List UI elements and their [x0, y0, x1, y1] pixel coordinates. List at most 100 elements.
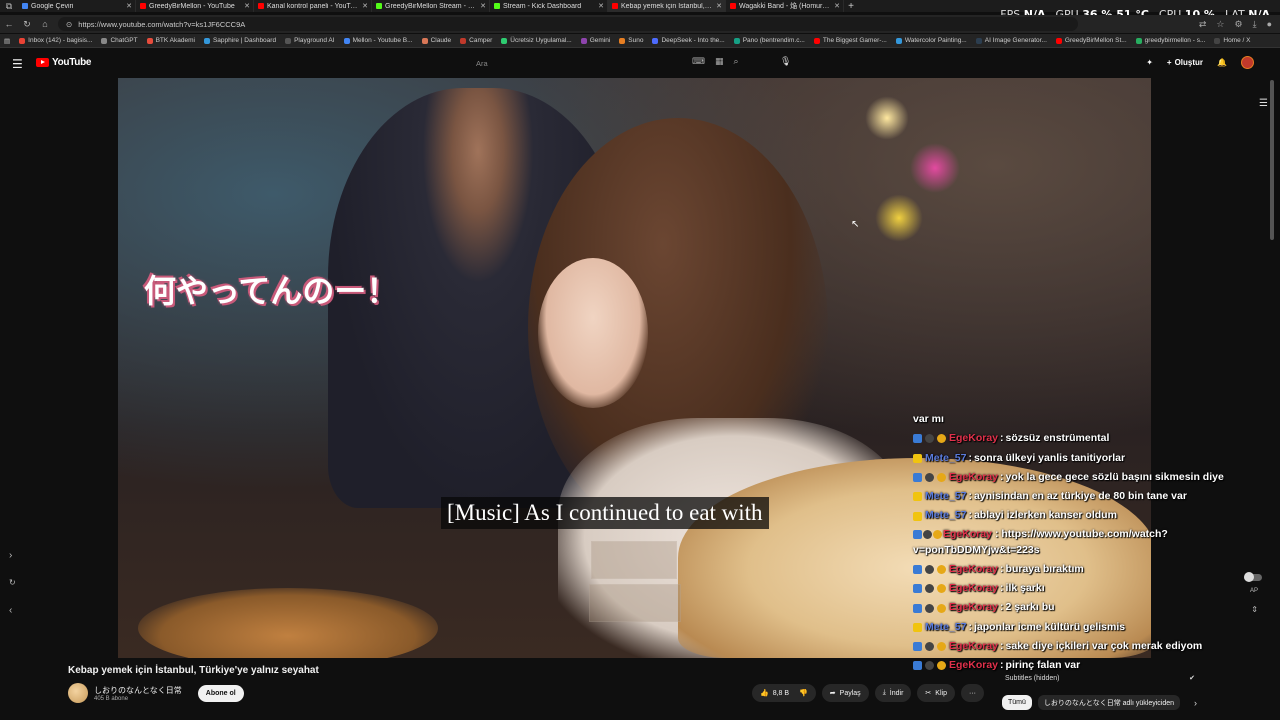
- chat-username[interactable]: EgeKoray: [949, 656, 998, 675]
- new-tab-button[interactable]: +: [844, 1, 858, 12]
- url-text: https://www.youtube.com/watch?v=ks1JF6CC…: [78, 19, 246, 29]
- browser-tab[interactable]: GreedyBirMellon Stream - Watch✕: [372, 0, 490, 12]
- bookmark-favicon-icon: [1055, 37, 1062, 44]
- subtitles-hidden-row[interactable]: Subtitles (hidden) ✔: [1005, 673, 1195, 683]
- bookmark-item[interactable]: Pano (bentrendim.c...: [733, 37, 805, 44]
- account-avatar[interactable]: [1241, 56, 1254, 69]
- tab-close-icon[interactable]: ✕: [834, 2, 840, 10]
- bookmark-item[interactable]: Inbox (142) - bagisis...: [19, 37, 92, 44]
- browser-tab[interactable]: Kebap yemek için İstanbul, Türkiy✕: [608, 0, 726, 12]
- download-icon[interactable]: ⤓: [1253, 19, 1257, 30]
- download-button[interactable]: ⤓ İndir: [874, 684, 912, 702]
- bookmark-item[interactable]: Ücretsiz Uygulamal...: [501, 37, 572, 44]
- chat-message: EgeKoray : sözsüz enstrümental: [913, 429, 1243, 448]
- chat-username[interactable]: EgeKoray: [949, 560, 998, 579]
- subscribe-button[interactable]: Abone ol: [197, 684, 244, 702]
- browser-tab[interactable]: Kanal kontrol paneli - YouTube St✕: [254, 0, 372, 12]
- cast-icon[interactable]: ✦: [1146, 58, 1153, 67]
- bookmark-star-icon[interactable]: ☆: [1216, 19, 1224, 30]
- thumbs-down-icon[interactable]: 👎: [799, 689, 808, 697]
- chat-text: buraya bıraktım: [1005, 562, 1084, 575]
- chat-username[interactable]: EgeKoray: [949, 598, 998, 617]
- bookmark-item[interactable]: DeepSeek - Into the...: [652, 37, 725, 44]
- chevron-left-icon[interactable]: ‹: [9, 605, 12, 616]
- expand-icon[interactable]: ⇕: [1251, 605, 1258, 614]
- chevron-right-icon[interactable]: ›: [9, 550, 12, 561]
- browser-menu-icon[interactable]: ⧉: [0, 1, 18, 12]
- chat-username[interactable]: Mete_57: [925, 618, 966, 637]
- tab-close-icon[interactable]: ✕: [244, 2, 250, 10]
- chat-username[interactable]: EgeKoray: [949, 637, 998, 656]
- search-icon[interactable]: ⌕: [734, 56, 739, 67]
- chip-channel[interactable]: しおりのなんとなく日常 adlı yükleyiciden: [1037, 695, 1181, 710]
- tab-close-icon[interactable]: ✕: [362, 2, 368, 10]
- tab-close-icon[interactable]: ✕: [598, 2, 604, 10]
- extensions-icon[interactable]: ⚙: [1235, 19, 1243, 30]
- share-button[interactable]: ➦ Paylaş: [821, 684, 869, 702]
- bookmark-item[interactable]: Gemini: [580, 37, 610, 44]
- browser-tab[interactable]: GreedyBirMellon - YouTube ✕: [136, 0, 254, 12]
- profile-icon[interactable]: ●: [1267, 19, 1272, 30]
- bookmark-favicon-icon: [580, 37, 587, 44]
- tab-close-icon[interactable]: ✕: [126, 2, 132, 10]
- check-circle-icon[interactable]: ✔: [1189, 674, 1195, 682]
- bookmark-item[interactable]: Claude: [421, 37, 451, 44]
- translate-extension-icon[interactable]: ▦: [715, 56, 724, 67]
- reload-icon[interactable]: ↻: [18, 19, 36, 30]
- tab-close-icon[interactable]: ✕: [480, 2, 486, 10]
- bookmark-item[interactable]: ChatGPT: [101, 37, 138, 44]
- bookmark-item[interactable]: GreedyBirMellon St...: [1055, 37, 1127, 44]
- chat-username[interactable]: Mete_57: [925, 506, 966, 525]
- bookmarks-folder-icon[interactable]: ▤: [4, 37, 10, 45]
- chat-username[interactable]: EgeKoray: [949, 579, 998, 598]
- chevron-right-icon[interactable]: ›: [1194, 698, 1197, 708]
- keyboard-icon[interactable]: ⌨: [692, 56, 705, 67]
- bookmark-item[interactable]: The Biggest Gamer-...: [813, 37, 887, 44]
- channel-name[interactable]: しおりのなんとなく日常: [94, 685, 182, 696]
- translate-icon[interactable]: ⇄: [1199, 19, 1207, 30]
- chat-username[interactable]: Mete_57: [925, 449, 966, 468]
- bookmark-item[interactable]: BTK Akademi: [146, 37, 195, 44]
- thumbs-up-icon: 👍: [760, 690, 769, 697]
- chat-username[interactable]: EgeKoray: [943, 528, 992, 540]
- chat-text: ablayi izlerken kanser oldum: [973, 509, 1117, 522]
- bookmarks-bar: ▤ Inbox (142) - bagisis... ChatGPT BTK Aka…: [0, 34, 1280, 48]
- clip-button[interactable]: ✂ Klip: [917, 684, 955, 702]
- tab-close-icon[interactable]: ✕: [716, 2, 722, 10]
- chat-badge-icon: [925, 564, 934, 574]
- browser-tab[interactable]: Wagakki Band - 焔 (Homura) + B✕: [726, 0, 844, 12]
- bookmark-item[interactable]: greedybirmellon - s...: [1135, 37, 1205, 44]
- more-actions-button[interactable]: ···: [960, 684, 984, 702]
- bookmark-item[interactable]: Mellon - Youtube B...: [343, 37, 413, 44]
- microphone-icon[interactable]: 🎙: [780, 56, 791, 67]
- bookmark-item[interactable]: Home / X: [1214, 37, 1250, 44]
- browser-tab[interactable]: Stream - Kick Dashboard ✕: [490, 0, 608, 12]
- autoplay-toggle[interactable]: [1244, 572, 1262, 582]
- bookmark-item[interactable]: Sapphire | Dashboard: [203, 37, 276, 44]
- bookmark-item[interactable]: Playground AI: [285, 37, 335, 44]
- bookmark-item[interactable]: Suno: [619, 37, 643, 44]
- chat-username[interactable]: EgeKoray: [949, 468, 998, 487]
- bookmark-item[interactable]: AI Image Generator...: [975, 37, 1047, 44]
- youtube-logo[interactable]: YouTube: [36, 57, 92, 68]
- home-icon[interactable]: ⌂: [36, 19, 54, 29]
- bookmark-item[interactable]: Watercolor Painting...: [895, 37, 967, 44]
- like-button[interactable]: 👍 8,8 B 👎: [752, 684, 816, 702]
- channel-avatar[interactable]: [68, 683, 88, 703]
- bookmark-item[interactable]: Camper: [460, 37, 492, 44]
- sidebar-toggle-icon[interactable]: ☰: [1259, 98, 1268, 109]
- url-field[interactable]: ⊙ https://www.youtube.com/watch?v=ks1JF6…: [58, 17, 1078, 31]
- chat-username[interactable]: EgeKoray: [949, 429, 998, 448]
- chat-separator: :: [1000, 432, 1004, 445]
- chat-username[interactable]: Mete_57: [925, 487, 966, 506]
- browser-tab[interactable]: Google Çeviri ✕: [18, 0, 136, 12]
- create-button[interactable]: + Oluştur: [1167, 58, 1203, 67]
- page-scrollbar[interactable]: [1270, 80, 1274, 240]
- menu-icon[interactable]: ☰: [12, 57, 23, 71]
- refresh-icon[interactable]: ↻: [9, 578, 16, 587]
- site-info-icon[interactable]: ⊙: [66, 20, 72, 29]
- chat-separator: :: [968, 620, 972, 633]
- notifications-icon[interactable]: 🔔: [1217, 58, 1227, 67]
- back-icon[interactable]: ←: [0, 19, 18, 29]
- chip-all[interactable]: Tümü: [1002, 695, 1032, 710]
